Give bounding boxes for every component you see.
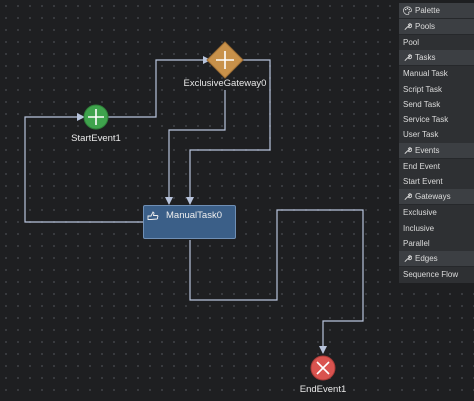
palette-section-pools[interactable]: Pools	[399, 19, 474, 35]
palette-title[interactable]: Palette	[399, 3, 474, 19]
palette-section-tasks[interactable]: Tasks	[399, 50, 474, 67]
end-event-label: EndEvent1	[299, 384, 347, 395]
palette-icon	[403, 6, 412, 15]
palette-title-label: Palette	[415, 6, 440, 15]
palette-item-send-task[interactable]: Send Task	[399, 97, 474, 112]
palette-section-gateways[interactable]: Gateways	[399, 189, 474, 206]
palette-item-exclusive[interactable]: Exclusive	[399, 205, 474, 220]
palette-item-user-task[interactable]: User Task	[399, 127, 474, 142]
start-event-label: StartEvent1	[71, 133, 121, 144]
palette-item-parallel[interactable]: Parallel	[399, 236, 474, 251]
wrench-icon	[404, 23, 412, 30]
manual-task[interactable]: ManualTask0	[143, 205, 236, 239]
palette-item-script-task[interactable]: Script Task	[399, 82, 474, 97]
palette-item-sequence-flow[interactable]: Sequence Flow	[399, 267, 474, 282]
palette-section-events[interactable]: Events	[399, 142, 474, 159]
palette-item-pool[interactable]: Pool	[399, 35, 474, 50]
exclusive-gateway[interactable]	[206, 41, 244, 79]
wrench-icon	[404, 193, 412, 201]
end-event[interactable]	[310, 355, 336, 381]
palette-item-inclusive[interactable]: Inclusive	[399, 221, 474, 236]
palette-section-label: Tasks	[415, 53, 436, 63]
palette-panel: Palette Pools Pool Tasks Manual Task Scr…	[399, 3, 474, 283]
hand-icon	[147, 211, 159, 220]
palette-section-edges[interactable]: Edges	[399, 251, 474, 268]
edge-gateway-to-task-a[interactable]	[165, 90, 226, 205]
palette-item-end-event[interactable]: End Event	[399, 159, 474, 174]
gateway-label: ExclusiveGateway0	[183, 78, 267, 89]
palette-item-start-event[interactable]: Start Event	[399, 174, 474, 189]
wrench-icon	[404, 54, 412, 62]
palette-section-label: Edges	[415, 254, 438, 264]
manual-task-label: ManualTask0	[166, 210, 222, 221]
palette-section-label: Events	[415, 145, 440, 155]
palette-section-label: Gateways	[415, 192, 451, 202]
palette-section-label: Pools	[415, 22, 436, 31]
palette-item-service-task[interactable]: Service Task	[399, 112, 474, 127]
wrench-icon	[404, 147, 412, 154]
palette-item-manual-task[interactable]: Manual Task	[399, 66, 474, 81]
start-event[interactable]	[83, 104, 109, 130]
wrench-icon	[404, 255, 412, 263]
